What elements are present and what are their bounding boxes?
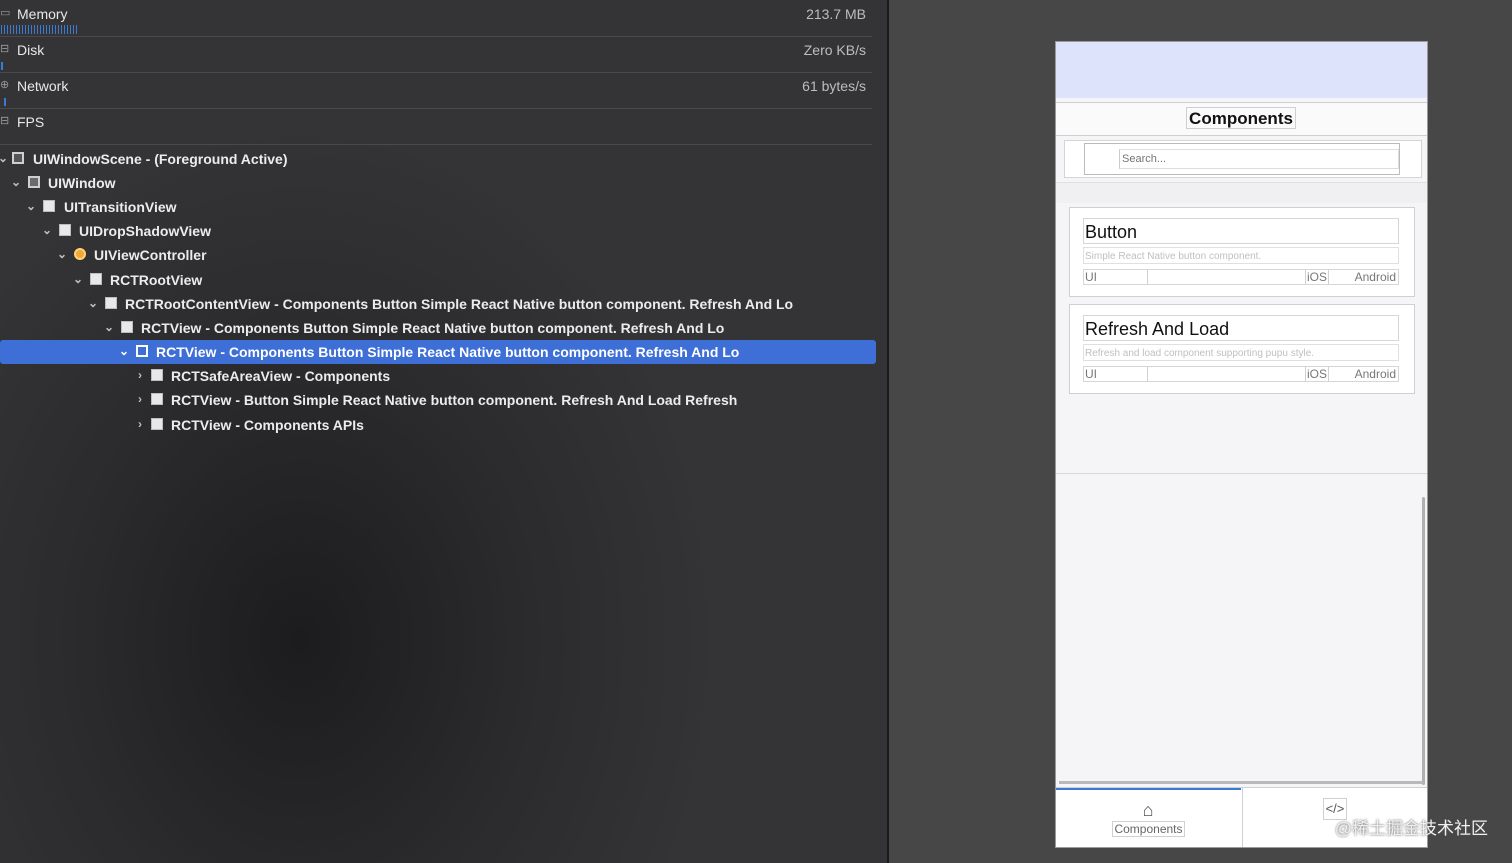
tree-row-label: UIDropShadowView [79, 223, 211, 239]
view-icon [136, 345, 148, 357]
vertical-scrollbar[interactable] [1422, 497, 1425, 785]
chevron-down-icon[interactable]: ⌄ [72, 272, 84, 286]
tag-ui: UI [1084, 367, 1148, 381]
tag-ios: iOS [1305, 270, 1329, 284]
tree-row-label: UIWindow [48, 175, 116, 191]
tree-row[interactable]: › RCTView - Button Simple React Native b… [0, 388, 876, 412]
tree-row[interactable]: ⌄ RCTRootContentView - Components Button… [0, 292, 876, 316]
tab-label: Components [1112, 821, 1185, 837]
chevron-right-icon[interactable]: › [134, 392, 146, 406]
tree-row[interactable]: ⌄ RCTRootView [0, 268, 876, 292]
tree-row[interactable]: › RCTSafeAreaView - Components [0, 364, 876, 388]
gauge-label: FPS [17, 114, 45, 130]
status-bar-area [1056, 42, 1427, 98]
app-screen-wireframe: Components Button Simple React Native bu… [1055, 41, 1428, 848]
chevron-down-icon[interactable]: ⌄ [103, 320, 115, 334]
tree-row-label: RCTView - Components APIs [171, 417, 364, 433]
gauge-label: Memory [17, 6, 68, 22]
section-separator [1056, 182, 1427, 203]
view-icon [121, 321, 133, 333]
tree-row-selected[interactable]: ⌄ RCTView - Components Button Simple Rea… [0, 340, 876, 364]
disk-icon: ⊟ [0, 43, 10, 55]
network-usage-bar [4, 98, 6, 106]
view-icon [59, 224, 71, 236]
tree-row[interactable]: ⌄ UIViewController [0, 243, 876, 267]
component-card-button[interactable]: Button Simple React Native button compon… [1069, 207, 1415, 297]
tree-row-label: UIViewController [94, 247, 207, 263]
chevron-down-icon[interactable]: ⌄ [0, 151, 9, 165]
debug-navigator: ▭ Memory 213.7 MB ⊟ Disk Zero KB/s ⊕ Net… [0, 0, 887, 863]
tree-row-label: RCTView - Components Button Simple React… [141, 320, 725, 336]
memory-icon: ▭ [0, 7, 11, 19]
card-title: Refresh And Load [1083, 315, 1399, 341]
tree-row-label: UITransitionView [64, 199, 177, 215]
disk-usage-bar [1, 62, 3, 70]
window-icon [28, 176, 40, 188]
nav-title: Components [1186, 107, 1296, 129]
component-card-refresh-and-load[interactable]: Refresh And Load Refresh and load compon… [1069, 304, 1415, 394]
gauge-label: Network [17, 78, 69, 94]
tree-row-label: RCTRootView [110, 272, 203, 288]
chevron-down-icon[interactable]: ⌄ [10, 175, 22, 189]
horizontal-scrollbar[interactable] [1059, 781, 1423, 784]
gauge-value: Zero KB/s [803, 42, 866, 58]
tag-android: Android [1354, 270, 1396, 284]
view-icon [151, 393, 163, 405]
tag-ui: UI [1084, 270, 1148, 284]
chevron-down-icon[interactable]: ⌄ [87, 296, 99, 310]
search-input[interactable] [1119, 149, 1399, 169]
view-icon [151, 369, 163, 381]
gauge-value: 61 bytes/s [802, 78, 866, 94]
watermark: @稀土掘金技术社区 [1334, 819, 1488, 838]
chevron-down-icon[interactable]: ⌄ [25, 199, 37, 213]
tree-row-label: UIWindowScene - (Foreground Active) [33, 151, 288, 167]
home-icon: ⌂ [1142, 800, 1154, 820]
network-icon: ⊕ [0, 79, 10, 91]
list-end-divider [1056, 473, 1427, 474]
view-controller-icon [74, 248, 86, 260]
gauge-label: Disk [17, 42, 45, 58]
tree-row-label: RCTView - Components Button Simple React… [156, 344, 740, 360]
gauge-memory[interactable]: ▭ Memory 213.7 MB [0, 0, 872, 37]
tree-row-label: RCTView - Button Simple React Native but… [171, 392, 738, 408]
chevron-down-icon[interactable]: ⌄ [118, 344, 130, 358]
card-tags: UI iOS Android [1083, 366, 1399, 382]
card-title: Button [1083, 218, 1399, 244]
gauge-value: 213.7 MB [806, 6, 866, 22]
tree-row[interactable]: ⌄ UIWindow [0, 171, 876, 195]
view-icon [90, 273, 102, 285]
card-description: Refresh and load component supporting pu… [1083, 344, 1399, 361]
gauge-network[interactable]: ⊕ Network 61 bytes/s [0, 72, 872, 109]
tree-row[interactable]: › RCTView - Components APIs [0, 413, 876, 437]
tag-ios: iOS [1305, 367, 1329, 381]
card-description: Simple React Native button component. [1083, 247, 1399, 264]
memory-usage-bar [1, 25, 79, 34]
view-icon [105, 297, 117, 309]
view-icon [151, 418, 163, 430]
tree-row[interactable]: ⌄ UIDropShadowView [0, 219, 876, 243]
tree-row-label: RCTSafeAreaView - Components [171, 368, 391, 384]
tree-row[interactable]: ⌄ UITransitionView [0, 195, 876, 219]
card-tags: UI iOS Android [1083, 269, 1399, 285]
simulator-canvas: Components Button Simple React Native bu… [889, 0, 1512, 863]
search-bar [1064, 140, 1422, 178]
chevron-down-icon[interactable]: ⌄ [41, 223, 53, 237]
view-icon [43, 200, 55, 212]
search-field[interactable] [1084, 143, 1400, 175]
tree-row[interactable]: ⌄ RCTView - Components Button Simple Rea… [0, 316, 876, 340]
chevron-right-icon[interactable]: › [134, 417, 146, 431]
window-scene-icon [12, 152, 24, 164]
tab-components[interactable]: ⌂ Components [1056, 788, 1241, 847]
tag-android: Android [1354, 367, 1396, 381]
tree-row-label: RCTRootContentView - Components Button S… [125, 296, 794, 312]
navigation-bar: Components [1056, 102, 1427, 136]
chevron-down-icon[interactable]: ⌄ [56, 247, 68, 261]
fps-icon: ⊟ [0, 115, 10, 127]
gauge-disk[interactable]: ⊟ Disk Zero KB/s [0, 36, 872, 73]
tree-row[interactable]: ⌄ UIWindowScene - (Foreground Active) [0, 147, 876, 171]
chevron-right-icon[interactable]: › [134, 368, 146, 382]
gauge-fps[interactable]: ⊟ FPS [0, 108, 872, 145]
